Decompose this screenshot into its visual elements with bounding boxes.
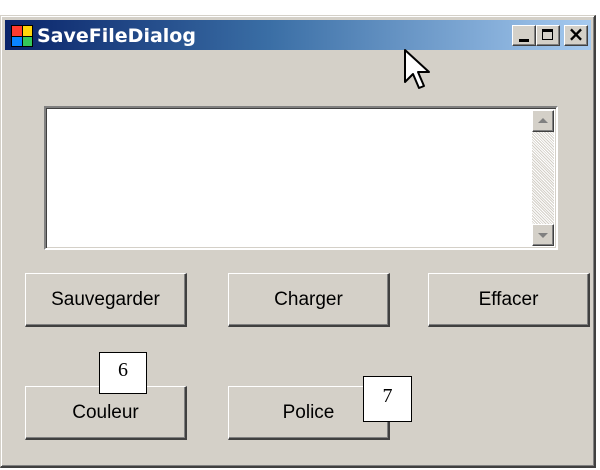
maximize-button[interactable]: [536, 25, 560, 46]
scroll-down-button[interactable]: [532, 224, 554, 246]
save-button[interactable]: Sauvegarder: [25, 273, 187, 327]
scroll-up-button[interactable]: [532, 110, 554, 132]
maximize-icon: [542, 29, 553, 40]
clear-button[interactable]: Effacer: [428, 273, 590, 327]
app-icon[interactable]: [11, 25, 33, 47]
mouse-pointer-icon: [404, 49, 430, 89]
callout-number-7: 7: [363, 376, 412, 422]
scroll-up-arrow-icon: [538, 118, 548, 123]
close-button[interactable]: ×: [564, 22, 588, 46]
callout-number-6: 6: [99, 352, 147, 394]
window-title: SaveFileDialog: [37, 25, 196, 47]
close-icon: ×: [567, 22, 585, 46]
minimize-icon: [519, 39, 529, 42]
load-button[interactable]: Charger: [228, 273, 390, 327]
minimize-button[interactable]: [512, 25, 536, 46]
scroll-down-arrow-icon: [538, 233, 548, 238]
text-area[interactable]: [44, 106, 558, 250]
vertical-scrollbar[interactable]: [532, 110, 554, 246]
title-bar[interactable]: SaveFileDialog ×: [5, 20, 591, 50]
color-button[interactable]: Couleur: [25, 386, 187, 440]
